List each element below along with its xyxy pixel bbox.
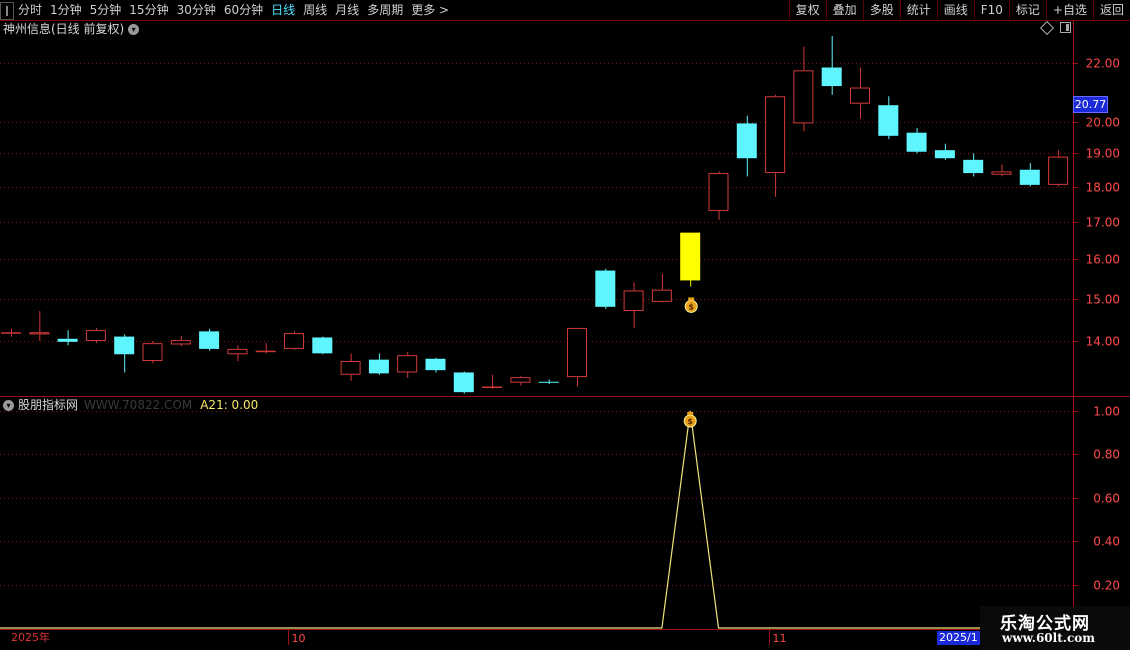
candle-body (57, 338, 78, 342)
date-end-label: 2025/1 (937, 631, 980, 645)
brand-url: www.60lt.com (1002, 631, 1095, 645)
candle-body (963, 159, 984, 174)
candle-body (170, 340, 191, 345)
money-bag-symbol: $ (688, 302, 694, 311)
indicator-tick-label: 0.20 (1093, 579, 1120, 593)
price-tick-label: 20.00 (1086, 116, 1120, 130)
candle-body (1, 332, 21, 334)
price-chart[interactable]: 14.00 15.00 16.00 17.00 18.00 19.00 20.00 22.00… (0, 0, 1130, 650)
brand-watermark: 乐淘公式网 www.60lt.com (980, 606, 1130, 650)
price-tick-label: 14.00 (1086, 335, 1120, 349)
candle-body (708, 173, 729, 211)
candle-body (312, 337, 333, 354)
candle-body (878, 105, 899, 136)
candle-body (142, 343, 163, 362)
price-tick-label: 16.00 (1086, 253, 1120, 267)
money-bag-symbol: $ (687, 417, 693, 426)
candle-body (651, 289, 672, 302)
candle-body (255, 350, 276, 353)
candle-body (765, 96, 786, 174)
candle-body (595, 270, 616, 307)
money-bag-icon: $ (683, 412, 697, 428)
candle-body (680, 232, 701, 281)
candle-body (227, 348, 248, 355)
candle-body (397, 355, 418, 373)
price-tick-label: 15.00 (1086, 293, 1120, 307)
candle-body (1048, 156, 1069, 185)
indicator-tick-label: 0.60 (1093, 492, 1120, 506)
price-tick-label: 19.00 (1086, 147, 1120, 161)
candle-body (850, 87, 870, 104)
price-tick-label: 22.00 (1086, 57, 1120, 71)
candle-body (482, 386, 503, 388)
last-price-tag: 20.77 (1073, 96, 1108, 113)
indicator-line (0, 410, 1073, 629)
date-start-label: 2025年 (11, 631, 50, 644)
month-label: 10 (292, 632, 306, 645)
candle-body (114, 336, 135, 355)
candle-body (906, 132, 927, 152)
indicator-tick-label: 0.40 (1093, 535, 1120, 549)
candle-body (623, 290, 644, 311)
candle-body (453, 372, 474, 393)
money-bag-icon: $ (684, 297, 698, 313)
indicator-tick-label: 0.80 (1093, 448, 1120, 462)
candle-body (821, 67, 842, 87)
candle-body (510, 377, 531, 383)
candle-body (991, 171, 1012, 175)
candle-body (85, 330, 106, 341)
indicator-tick-label: 1.00 (1093, 405, 1120, 419)
candle-body (29, 332, 50, 335)
candle-body (793, 70, 814, 124)
money-bag-neck (688, 297, 695, 301)
candle-body (284, 333, 304, 349)
price-tick-label: 18.00 (1086, 181, 1120, 195)
money-bag-neck (687, 412, 694, 416)
month-label: 11 (773, 632, 787, 645)
candle-body (567, 327, 587, 378)
candle-body (368, 359, 389, 374)
candle-body (340, 361, 361, 375)
candle-body (1019, 169, 1040, 185)
candle-body (425, 358, 446, 371)
candle-body (736, 123, 757, 159)
candle-body (934, 150, 955, 159)
candle-body (199, 331, 220, 349)
candle-body (538, 381, 559, 383)
price-tick-label: 17.00 (1086, 216, 1120, 230)
